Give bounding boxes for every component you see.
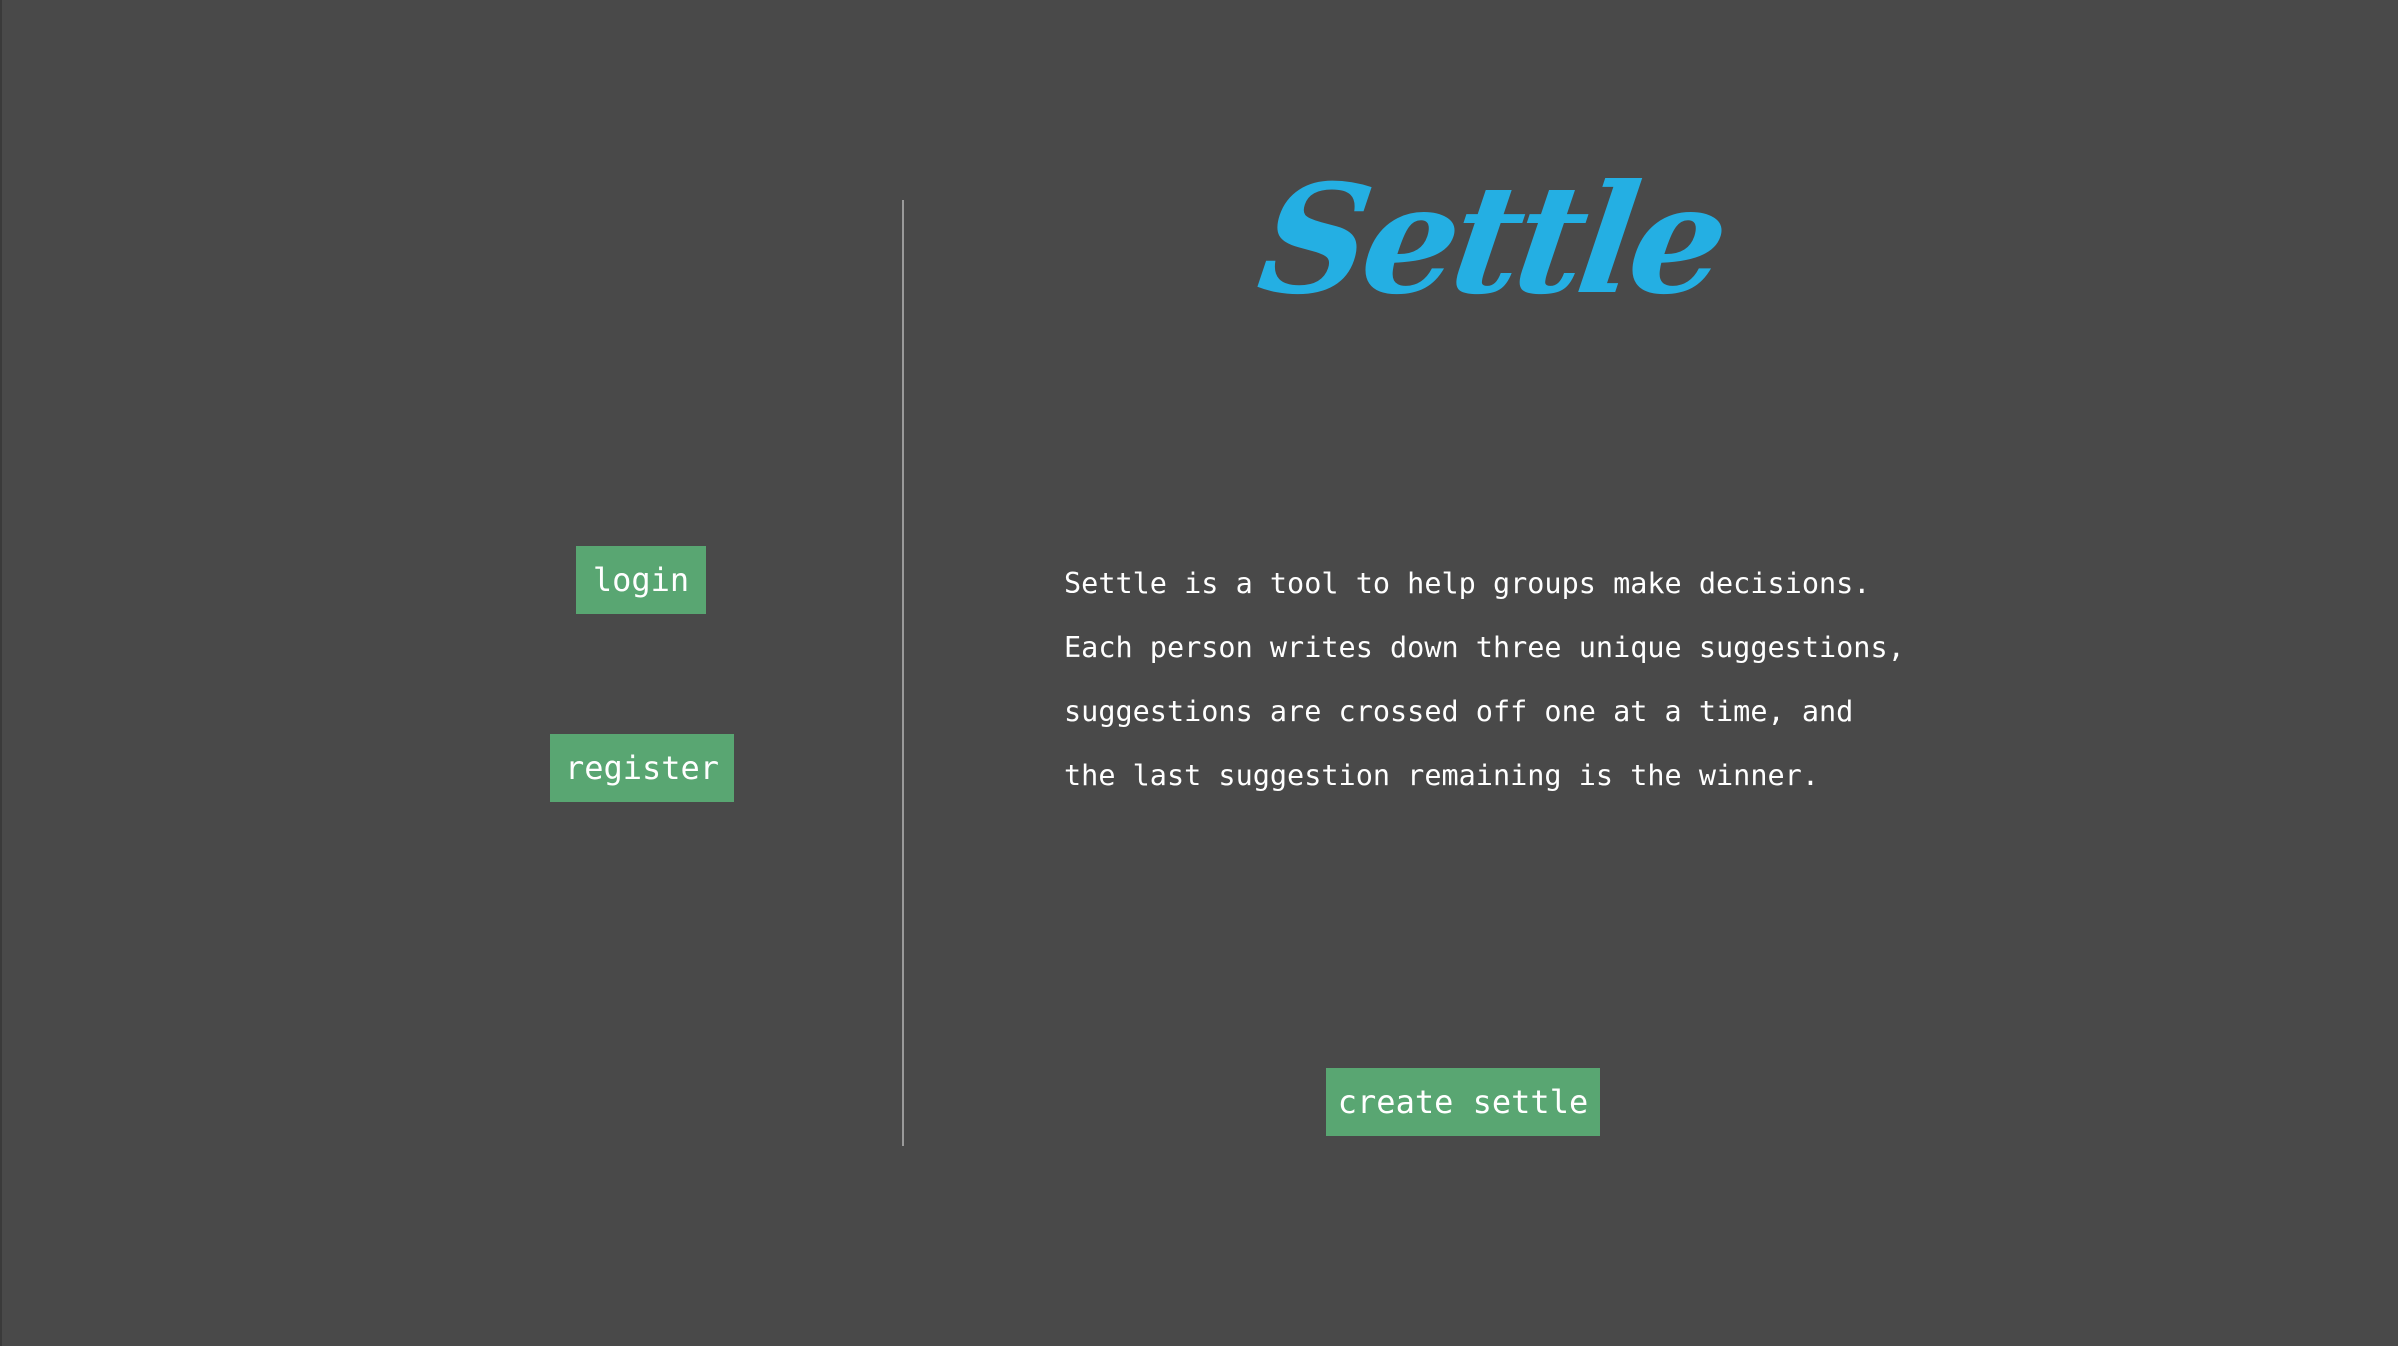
login-button[interactable]: login [576, 546, 706, 614]
settle-logo: Settle [1249, 152, 1734, 328]
landing-page: login register Settle Settle is a tool t… [0, 0, 2398, 1346]
app-description: Settle is a tool to help groups make dec… [1064, 552, 1964, 808]
create-settle-button[interactable]: create settle [1326, 1068, 1600, 1136]
description-line: Each person writes down three unique sug… [1064, 631, 1905, 664]
vertical-divider [902, 200, 904, 1146]
description-line: suggestions are crossed off one at a tim… [1064, 695, 1854, 728]
description-line: Settle is a tool to help groups make dec… [1064, 567, 1871, 600]
register-button[interactable]: register [550, 734, 734, 802]
description-line: the last suggestion remaining is the win… [1064, 759, 1819, 792]
